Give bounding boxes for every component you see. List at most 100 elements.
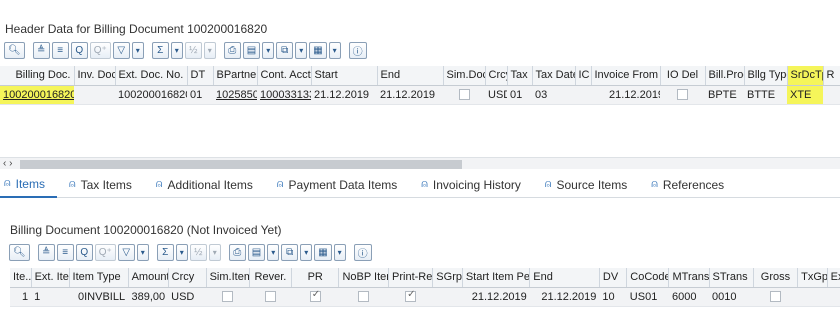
col-inv-doc[interactable]: Inv. Doc. — [74, 66, 116, 86]
subtotal-dropdown[interactable]: ▾ — [208, 243, 221, 261]
io-del-checkbox[interactable] — [677, 89, 688, 101]
col-tax[interactable]: Tax — [507, 66, 533, 86]
sort-ascending-button[interactable]: ≜ — [37, 243, 55, 261]
subtotal-button[interactable]: ½ — [189, 243, 207, 261]
col-cocode[interactable]: CoCode — [626, 268, 670, 288]
views-dropdown[interactable]: ▾ — [267, 243, 280, 261]
col-ic[interactable]: IC — [575, 66, 592, 86]
col-tax-date[interactable]: Tax Date — [532, 66, 576, 86]
tab-source-items[interactable]: ⍝ Source Items — [533, 172, 639, 198]
col-srdctp[interactable]: SrDcTp — [787, 66, 824, 86]
tab-payment-data-items[interactable]: ⍝ Payment Data Items — [265, 172, 409, 198]
billing-doc-link[interactable]: 100200016820 — [3, 89, 74, 101]
print-rel-checkbox[interactable] — [405, 289, 417, 303]
col-item-type[interactable]: Item Type — [69, 268, 129, 288]
col-print-rel[interactable]: Print-Rel — [388, 268, 434, 288]
col-rever[interactable]: Rever. — [249, 268, 293, 288]
col-sim-doc[interactable]: Sim.Doc. — [443, 66, 486, 86]
scroll-arrows[interactable]: ‹ › — [3, 158, 12, 169]
find-button[interactable]: Q — [75, 243, 93, 261]
filter-button[interactable]: ▽ — [117, 243, 135, 261]
layout-button[interactable]: ▦ — [314, 243, 332, 261]
export-dropdown[interactable]: ▾ — [300, 243, 313, 261]
filter-button[interactable]: ▽ — [112, 41, 130, 59]
pr-checkbox[interactable] — [309, 289, 321, 303]
col-amount[interactable]: Amount — [128, 268, 169, 288]
sort-ascending-button[interactable]: ≜ — [32, 41, 50, 59]
horizontal-scrollbar-thumb[interactable] — [20, 160, 462, 169]
col-r[interactable]: R — [823, 66, 840, 86]
views-button[interactable]: ▤ — [247, 243, 266, 261]
details-button[interactable]: 🔍︎ — [4, 41, 25, 59]
layout-dropdown[interactable]: ▾ — [333, 243, 346, 261]
col-start[interactable]: Start — [311, 66, 378, 86]
sum-dropdown[interactable]: ▾ — [175, 243, 188, 261]
export-dropdown[interactable]: ▾ — [295, 41, 308, 59]
tab-items[interactable]: ⍝ Items — [0, 172, 57, 198]
col-sgrp[interactable]: SGrp — [432, 268, 463, 288]
tab-references[interactable]: ⍝ References — [639, 172, 736, 198]
sum-icon: Σ — [157, 44, 164, 56]
cont-acct-link[interactable]: 100033133 — [260, 89, 311, 101]
col-strans[interactable]: STrans — [709, 268, 754, 288]
bpartner-link[interactable]: 1025850 — [216, 89, 257, 101]
filter-dropdown[interactable]: ▾ — [136, 243, 149, 261]
tab-additional-items[interactable]: ⍝ Additional Items — [144, 172, 265, 198]
layout-dropdown[interactable]: ▾ — [328, 41, 341, 59]
col-end[interactable]: End — [377, 66, 444, 86]
tab-invoicing-history[interactable]: ⍝ Invoicing History — [409, 172, 533, 198]
col-sim-item[interactable]: Sim.Item — [206, 268, 250, 288]
col-pr[interactable]: PR — [291, 268, 340, 288]
table-row[interactable]: 100200016820 100200016820 01 1025850 100… — [0, 85, 840, 105]
subtotal-button[interactable]: ½ — [184, 41, 202, 59]
sum-button[interactable]: Σ — [151, 41, 169, 59]
col-txgp[interactable]: TxGp — [797, 268, 828, 288]
views-dropdown[interactable]: ▾ — [262, 41, 275, 59]
sort-descending-button[interactable]: ≡ — [56, 243, 74, 261]
sim-item-checkbox[interactable] — [222, 291, 234, 303]
find-next-button[interactable]: Q⁺ — [89, 41, 111, 59]
col-bllg-type[interactable]: Bllg Type — [744, 66, 788, 86]
filter-dropdown[interactable]: ▾ — [131, 41, 144, 59]
col-billing-doc[interactable]: Billing Doc. — [0, 66, 75, 86]
nobp-item-checkbox[interactable] — [358, 291, 370, 303]
col-gross[interactable]: Gross — [753, 268, 799, 288]
col-bpartner[interactable]: BPartner — [213, 66, 258, 86]
sum-button[interactable]: Σ — [156, 243, 174, 261]
col-dv[interactable]: DV — [599, 268, 628, 288]
col-end[interactable]: End — [529, 268, 600, 288]
col-nobp-item[interactable]: NoBP Item — [338, 268, 390, 288]
export-button[interactable]: ⧉ — [276, 41, 294, 59]
col-ext-doc-no[interactable]: Ext. Doc. No. — [115, 66, 188, 86]
info-button[interactable]: ⓘ — [353, 243, 372, 261]
layout-button[interactable]: ▦ — [309, 41, 327, 59]
col-crcy[interactable]: Crcy — [485, 66, 508, 86]
col-item[interactable]: Ite... — [10, 268, 32, 288]
col-bill-proc[interactable]: Bill.Proc. — [705, 66, 745, 86]
gross-checkbox[interactable] — [769, 291, 781, 303]
col-io-del[interactable]: IO Del — [660, 66, 706, 86]
find-button[interactable]: Q — [70, 41, 88, 59]
details-button[interactable]: 🔍︎ — [9, 243, 30, 261]
sim-doc-checkbox[interactable] — [458, 89, 470, 101]
sum-dropdown[interactable]: ▾ — [170, 41, 183, 59]
export-button[interactable]: ⧉ — [281, 243, 299, 261]
col-cont-acct[interactable]: Cont. Acct — [257, 66, 312, 86]
col-start-item-per[interactable]: Start Item Per. — [462, 268, 531, 288]
print-button[interactable]: ⎙ — [223, 41, 241, 59]
subtotal-dropdown[interactable]: ▾ — [203, 41, 216, 59]
rever-checkbox[interactable] — [264, 291, 276, 303]
find-next-button[interactable]: Q⁺ — [94, 243, 116, 261]
sort-descending-button[interactable]: ≡ — [51, 41, 69, 59]
views-button[interactable]: ▤ — [242, 41, 261, 59]
col-exttaxdat[interactable]: ExtTaxDat — [827, 268, 840, 288]
col-dt[interactable]: DT — [187, 66, 214, 86]
col-mtrans[interactable]: MTrans — [668, 268, 710, 288]
col-invoice-from[interactable]: Invoice From — [591, 66, 661, 86]
col-ext-item[interactable]: Ext. Item — [31, 268, 70, 288]
col-crcy[interactable]: Crcy — [168, 268, 207, 288]
print-button[interactable]: ⎙ — [228, 243, 246, 261]
tab-tax-items[interactable]: ⍝ Tax Items — [57, 172, 144, 198]
info-button[interactable]: ⓘ — [348, 41, 367, 59]
table-row[interactable]: 1 1 0INVBILL 389,00 USD 21.12.2019 21.12… — [10, 287, 840, 307]
